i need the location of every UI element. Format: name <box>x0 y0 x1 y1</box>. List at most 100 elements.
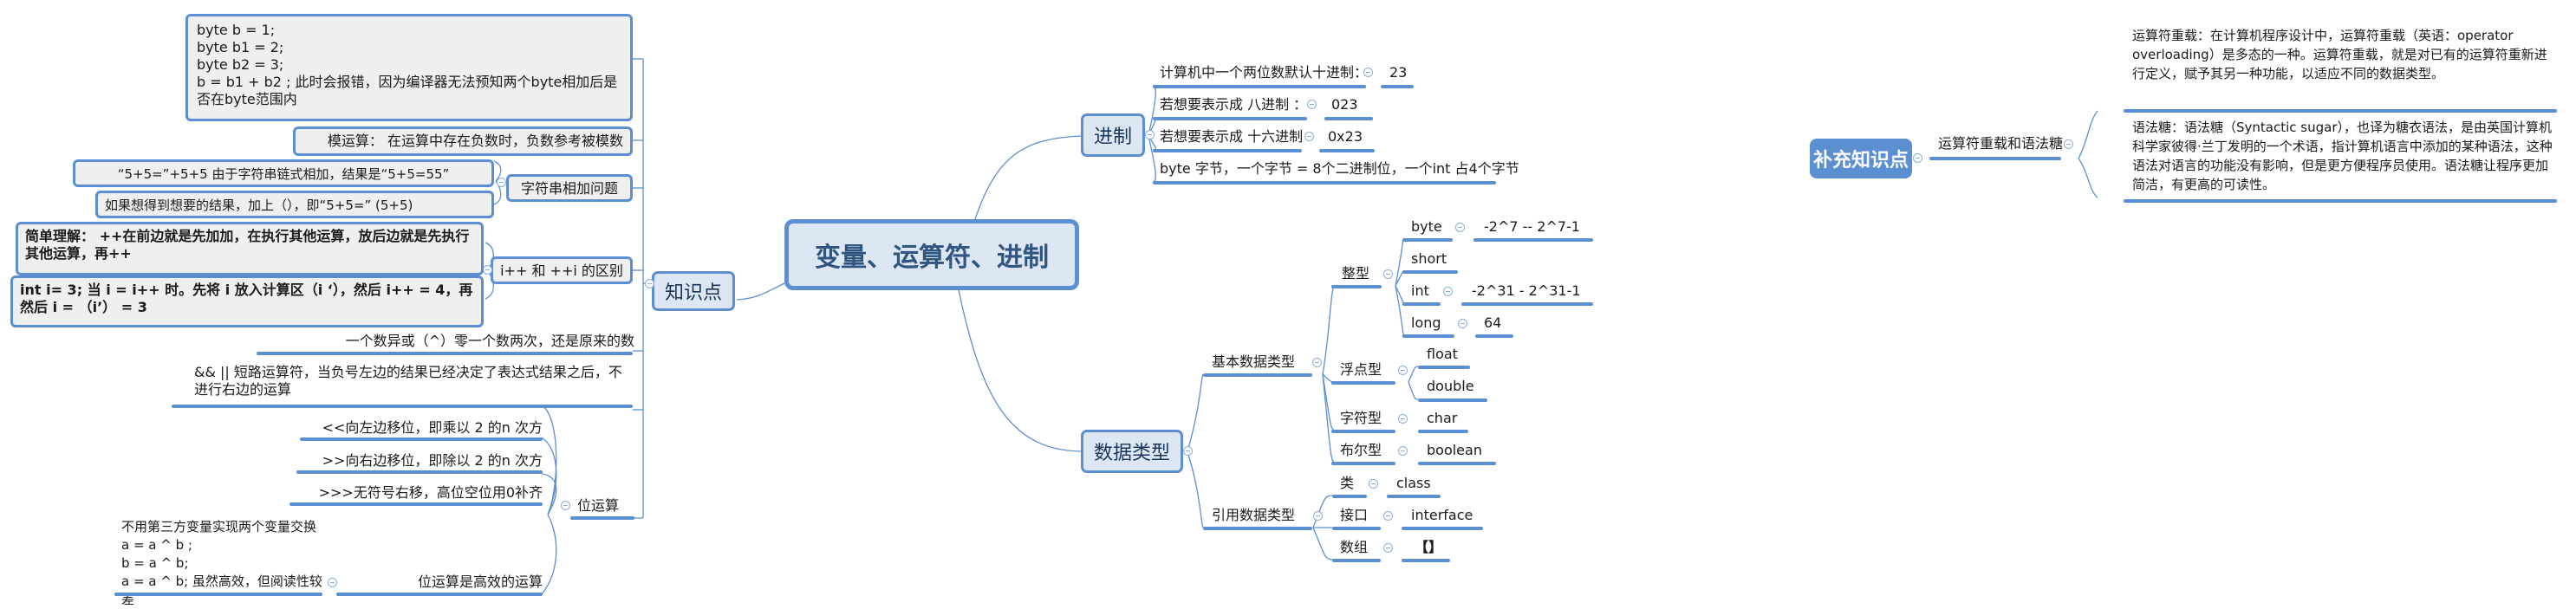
note-xor[interactable]: 一个数异或（^）零一个数两次，还是原来的数 <box>312 333 634 350</box>
underline <box>1402 302 1441 306</box>
note-short-circuit[interactable]: && || 短路运算符，当负号左边的结果已经决定了表达式结果之后，不进行右边的运… <box>194 364 634 398</box>
radix-decimal-label[interactable]: 计算机中一个两位数默认十进制： <box>1160 64 1368 81</box>
collapse-icon[interactable] <box>1145 130 1155 139</box>
topic-knowledge[interactable]: 知识点 <box>652 271 735 311</box>
topic-floating[interactable]: 浮点型 <box>1340 361 1382 379</box>
underline <box>2124 199 2557 203</box>
radix-octal-label[interactable]: 若想要表示成 八进制 ： <box>1160 96 1307 113</box>
collapse-icon[interactable] <box>2064 139 2073 149</box>
note-modulo[interactable]: 模运算： 在运算中存在负数时，负数参考被模数 <box>293 126 633 156</box>
central-topic[interactable]: 变量、运算符、进制 <box>784 219 1079 290</box>
int-int-range[interactable]: -2^31 - 2^31-1 <box>1472 282 1581 300</box>
underline <box>1473 238 1593 242</box>
note-byte-add[interactable]: byte b = 1; byte b1 = 2; byte b2 = 3; b … <box>185 14 633 121</box>
note-syntactic-sugar[interactable]: 语法糖：语法糖（Syntactic sugar），也译为糖衣语法，是由英国计算机… <box>2132 118 2557 194</box>
ref-class-label[interactable]: 类 <box>1340 475 1354 492</box>
topic-bitwise[interactable]: 位运算 <box>577 497 629 515</box>
collapse-icon[interactable] <box>1369 479 1378 489</box>
int-byte-label[interactable]: byte <box>1411 218 1442 236</box>
underline <box>1331 462 1395 465</box>
topic-operator-overload-sugar[interactable]: 运算符重载和语法糖 <box>1938 135 2063 152</box>
xor-underline <box>257 352 633 355</box>
collapse-icon[interactable] <box>1383 269 1393 279</box>
collapse-icon[interactable] <box>1183 446 1193 456</box>
collapse-icon[interactable] <box>1313 511 1323 521</box>
underline <box>1381 85 1414 88</box>
radix-byte-note[interactable]: byte 字节，一个字节 = 8个二进制位，一个int 占4个字节 <box>1160 160 1519 178</box>
topic-data-types[interactable]: 数据类型 <box>1081 430 1183 473</box>
underline <box>1203 527 1312 530</box>
topic-boolean[interactable]: 布尔型 <box>1340 442 1382 459</box>
bitwise-underline <box>570 516 634 520</box>
collapse-icon[interactable] <box>645 279 654 288</box>
ref-array-value[interactable]: 【】 <box>1415 539 1442 556</box>
underline <box>2124 109 2557 113</box>
int-short-label[interactable]: short <box>1411 250 1447 268</box>
char-value[interactable]: char <box>1427 410 1457 427</box>
collapse-icon[interactable] <box>1363 68 1373 77</box>
ref-interface-label[interactable]: 接口 <box>1340 507 1368 524</box>
int-int-label[interactable]: int <box>1411 282 1429 300</box>
radix-hex-label[interactable]: 若想要表示成 十六进制 <box>1160 128 1303 146</box>
note-string-concat-2[interactable]: 如果想得到想要的结果，加上（），即“5+5=” (5+5) <box>95 191 494 218</box>
collapse-icon[interactable] <box>497 178 506 187</box>
underline <box>1461 302 1593 306</box>
bitwise-left-shift[interactable]: <<向左边移位，即乘以 2 的n 次方 <box>312 419 543 437</box>
ref-class-value[interactable]: class <box>1396 475 1431 492</box>
underline <box>1332 559 1381 562</box>
topic-integer[interactable]: 整型 <box>1342 265 1369 282</box>
collapse-icon[interactable] <box>1398 446 1408 456</box>
collapse-icon[interactable] <box>1312 358 1322 367</box>
collapse-icon[interactable] <box>561 501 570 510</box>
topic-radix[interactable]: 进制 <box>1081 113 1145 157</box>
topic-bitwise-efficient[interactable]: 位运算是高效的运算 <box>340 573 543 591</box>
underline <box>1153 181 1496 185</box>
underline <box>289 502 543 506</box>
underline <box>1153 117 1307 120</box>
underline <box>1331 285 1382 288</box>
underline <box>1418 366 1470 369</box>
int-long-label[interactable]: long <box>1411 314 1441 332</box>
float-label[interactable]: float <box>1427 346 1458 363</box>
boolean-value[interactable]: boolean <box>1427 442 1482 459</box>
topic-string-concat[interactable]: 字符串相加问题 <box>506 174 633 202</box>
radix-decimal-value[interactable]: 23 <box>1389 64 1407 81</box>
short-circuit-underline <box>172 405 633 408</box>
topic-increment[interactable]: i++ 和 ++i 的区别 <box>491 256 633 284</box>
bitwise-unsigned-shift[interactable]: >>>无符号右移，高位空位用0补齐 <box>295 484 543 502</box>
ref-interface-value[interactable]: interface <box>1411 507 1473 524</box>
collapse-icon[interactable] <box>1458 319 1467 328</box>
underline <box>114 593 322 596</box>
ref-array-label[interactable]: 数组 <box>1340 539 1368 556</box>
underline <box>1332 527 1381 530</box>
int-long-value[interactable]: 64 <box>1484 314 1501 332</box>
int-byte-range[interactable]: -2^7 -- 2^7-1 <box>1484 218 1580 236</box>
collapse-icon[interactable] <box>1383 511 1393 521</box>
note-string-concat-1[interactable]: “5+5=”+5+5 由于字符串链式相加，结果是“5+5=55” <box>73 159 494 187</box>
underline <box>1331 430 1395 433</box>
collapse-icon[interactable] <box>1398 414 1408 424</box>
collapse-icon[interactable] <box>1443 287 1453 296</box>
underline <box>300 437 543 441</box>
collapse-icon[interactable] <box>1455 223 1465 232</box>
collapse-icon[interactable] <box>1304 132 1314 141</box>
radix-octal-value[interactable]: 023 <box>1331 96 1358 113</box>
collapse-icon[interactable] <box>483 265 492 275</box>
collapse-icon[interactable] <box>1383 543 1393 553</box>
bitwise-right-shift[interactable]: >>向右边移位，即除以 2 的n 次方 <box>312 452 543 470</box>
underline <box>1203 373 1312 377</box>
floating-topic-supplement[interactable]: 补充知识点 <box>1810 139 1912 178</box>
collapse-icon[interactable] <box>1913 153 1922 163</box>
topic-reference-types[interactable]: 引用数据类型 <box>1212 507 1295 524</box>
underline <box>1331 381 1395 385</box>
collapse-icon[interactable] <box>1398 366 1408 375</box>
topic-primitive-types[interactable]: 基本数据类型 <box>1212 353 1295 371</box>
note-increment-1[interactable]: 简单理解： ++在前边就是先加加，在执行其他运算，放后边就是先执行其他运算，再+… <box>16 222 484 275</box>
radix-hex-value[interactable]: 0x23 <box>1328 128 1363 146</box>
topic-char[interactable]: 字符型 <box>1340 410 1382 427</box>
collapse-icon[interactable] <box>1307 100 1317 109</box>
note-operator-overload[interactable]: 运算符重载：在计算机程序设计中，运算符重载（英语：operator overlo… <box>2132 26 2557 83</box>
note-increment-2[interactable]: int i= 3; 当 i = i++ 时。先将 i 放入计算区（i ‘），然后… <box>10 275 484 327</box>
double-label[interactable]: double <box>1427 378 1474 395</box>
underline <box>1324 117 1373 120</box>
